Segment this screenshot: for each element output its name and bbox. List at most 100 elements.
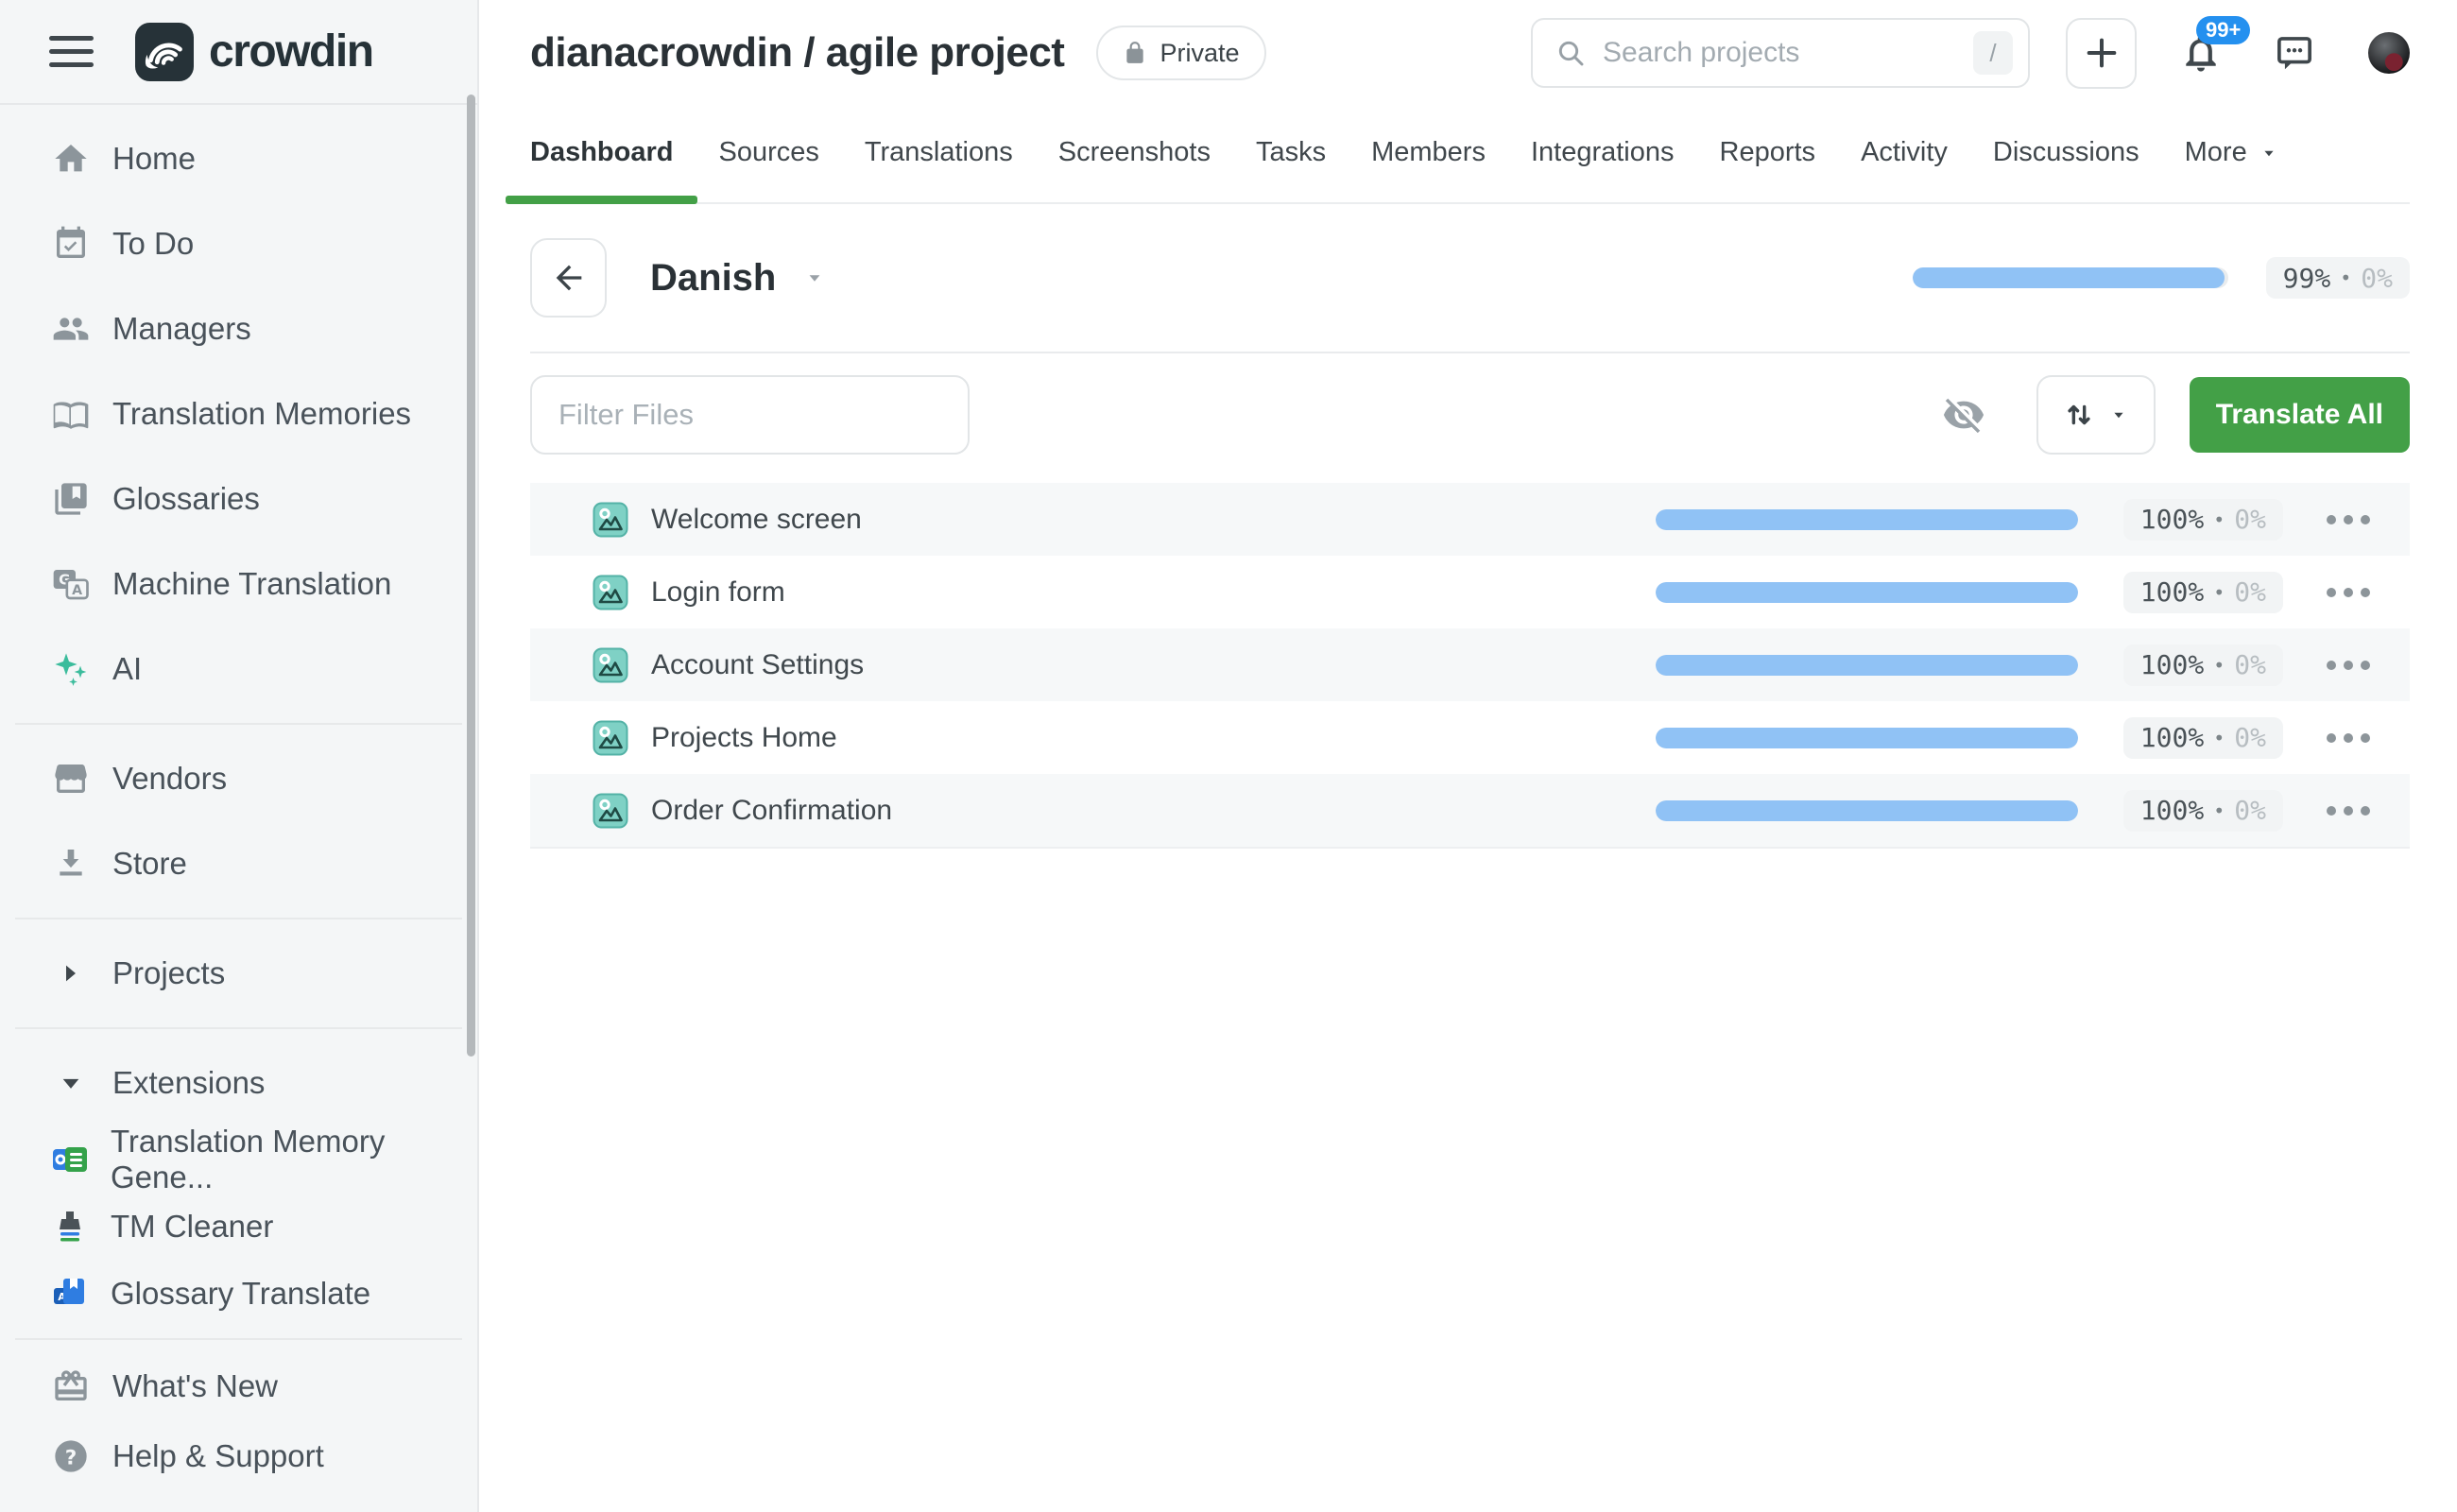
file-menu-button[interactable] [2327,733,2370,743]
sidebar-item-ai[interactable]: AI [0,627,477,712]
file-menu-button[interactable] [2327,806,2370,816]
sidebar-item-extensions[interactable]: Extensions [0,1040,477,1125]
file-progress-badge: 100%•0% [2123,572,2283,613]
toggle-hidden-files-button[interactable] [1942,393,1985,437]
file-row[interactable]: Login form 100%•0% [530,556,2410,628]
file-progress-bar [1656,728,2078,748]
screenshot-file-icon [593,502,628,538]
sidebar-item-label: Extensions [112,1065,265,1101]
sidebar-item-glossary-translate[interactable]: A Glossary Translate [0,1260,477,1327]
sidebar-header: crowdin [0,0,477,105]
sort-button[interactable] [2036,375,2156,455]
tab-dashboard[interactable]: Dashboard [530,137,673,202]
crowdin-logo-text: crowdin [209,26,373,77]
screenshot-file-icon [593,720,628,756]
sidebar-item-label: Glossaries [112,481,260,517]
sidebar-item-label: What's New [112,1368,278,1404]
file-menu-button[interactable] [2327,588,2370,597]
tm-cleaner-brush-icon [52,1209,88,1245]
tab-discussions[interactable]: Discussions [1993,137,2139,202]
files-toolbar: Translate All [530,375,2410,455]
download-icon [52,845,90,883]
sidebar-item-label: Vendors [112,761,227,797]
user-avatar[interactable] [2368,32,2410,74]
tab-screenshots[interactable]: Screenshots [1058,137,1211,202]
sidebar-divider [15,1338,462,1340]
sidebar-item-label: TM Cleaner [111,1209,273,1245]
back-button[interactable] [530,238,607,318]
eye-off-icon [1942,393,1985,437]
ai-sparkles-icon [52,650,90,688]
sidebar-item-translation-memories[interactable]: Translation Memories [0,371,477,456]
sidebar-item-help-support[interactable]: ? Help & Support [0,1421,477,1491]
sidebar-item-label: Home [112,141,196,177]
book-bookmark-icon [52,480,90,518]
language-name: Danish [650,257,776,300]
translate-all-button[interactable]: Translate All [2190,377,2410,453]
file-progress-bar [1656,582,2078,603]
storefront-icon [52,760,90,798]
sort-arrows-icon [2063,399,2095,431]
notification-count-badge: 99+ [2196,16,2250,44]
file-row[interactable]: Order Confirmation 100%•0% [530,774,2410,847]
sidebar-item-todo[interactable]: To Do [0,201,477,286]
privacy-badge: Private [1096,26,1265,80]
crowdin-logo[interactable]: crowdin [135,23,373,81]
hamburger-menu-icon[interactable] [49,36,94,67]
sidebar-scrollbar[interactable] [467,94,475,1057]
file-name: Projects Home [651,722,837,754]
notifications-button[interactable]: 99+ [2179,31,2223,75]
project-tabs: Dashboard Sources Translations Screensho… [530,106,2410,204]
glossary-translate-icon: A [52,1276,88,1312]
sidebar-item-vendors[interactable]: Vendors [0,736,477,821]
file-row[interactable]: Welcome screen 100%•0% [530,483,2410,556]
file-progress-badge: 100%•0% [2123,717,2283,759]
open-book-icon [52,395,90,433]
calendar-check-icon [52,225,90,263]
sidebar-item-label: Glossary Translate [111,1276,370,1312]
sidebar-item-label: Store [112,846,187,882]
file-progress-badge: 100%•0% [2123,644,2283,686]
filter-files-input[interactable] [530,375,970,455]
lock-icon [1123,41,1147,65]
search-shortcut-hint: / [1973,31,2013,75]
file-list: Welcome screen 100%•0% Login form 100%•0… [530,483,2410,849]
messages-button[interactable] [2274,32,2315,74]
sidebar-item-tm-cleaner[interactable]: TM Cleaner [0,1193,477,1260]
sidebar-item-tm-generator[interactable]: Translation Memory Gene... [0,1125,477,1193]
sidebar-item-managers[interactable]: Managers [0,286,477,371]
file-row[interactable]: Projects Home 100%•0% [530,701,2410,774]
tab-activity[interactable]: Activity [1861,137,1948,202]
sidebar-item-glossaries[interactable]: Glossaries [0,456,477,541]
screenshot-file-icon [593,793,628,829]
sidebar-divider [15,723,462,725]
sidebar-item-label: Managers [112,311,251,347]
file-name: Order Confirmation [651,795,892,827]
file-row[interactable]: Account Settings 100%•0% [530,628,2410,701]
sidebar-item-label: AI [112,651,142,687]
sidebar-item-machine-translation[interactable]: G A Machine Translation [0,541,477,627]
create-project-button[interactable] [2066,18,2137,89]
privacy-badge-label: Private [1160,39,1239,68]
tab-members[interactable]: Members [1371,137,1486,202]
sidebar-item-projects[interactable]: Projects [0,931,477,1016]
svg-text:?: ? [65,1446,77,1469]
file-progress-bar [1656,800,2078,821]
tab-translations[interactable]: Translations [865,137,1013,202]
sidebar-item-home[interactable]: Home [0,116,477,201]
sidebar-item-store[interactable]: Store [0,821,477,906]
search-input[interactable] [1603,37,1956,69]
language-selector-caret[interactable] [802,266,827,290]
tab-sources[interactable]: Sources [718,137,818,202]
tab-reports[interactable]: Reports [1720,137,1816,202]
crowdin-app: crowdin Home To Do Managers Translation … [0,0,2457,1512]
machine-translation-icon: G A [52,565,90,603]
tab-more[interactable]: More [2185,137,2279,202]
file-menu-button[interactable] [2327,661,2370,670]
file-progress-bar [1656,509,2078,530]
sidebar-item-whats-new[interactable]: What's New [0,1351,477,1421]
plus-icon [2083,34,2121,72]
tab-integrations[interactable]: Integrations [1531,137,1675,202]
file-menu-button[interactable] [2327,515,2370,524]
tab-tasks[interactable]: Tasks [1256,137,1326,202]
